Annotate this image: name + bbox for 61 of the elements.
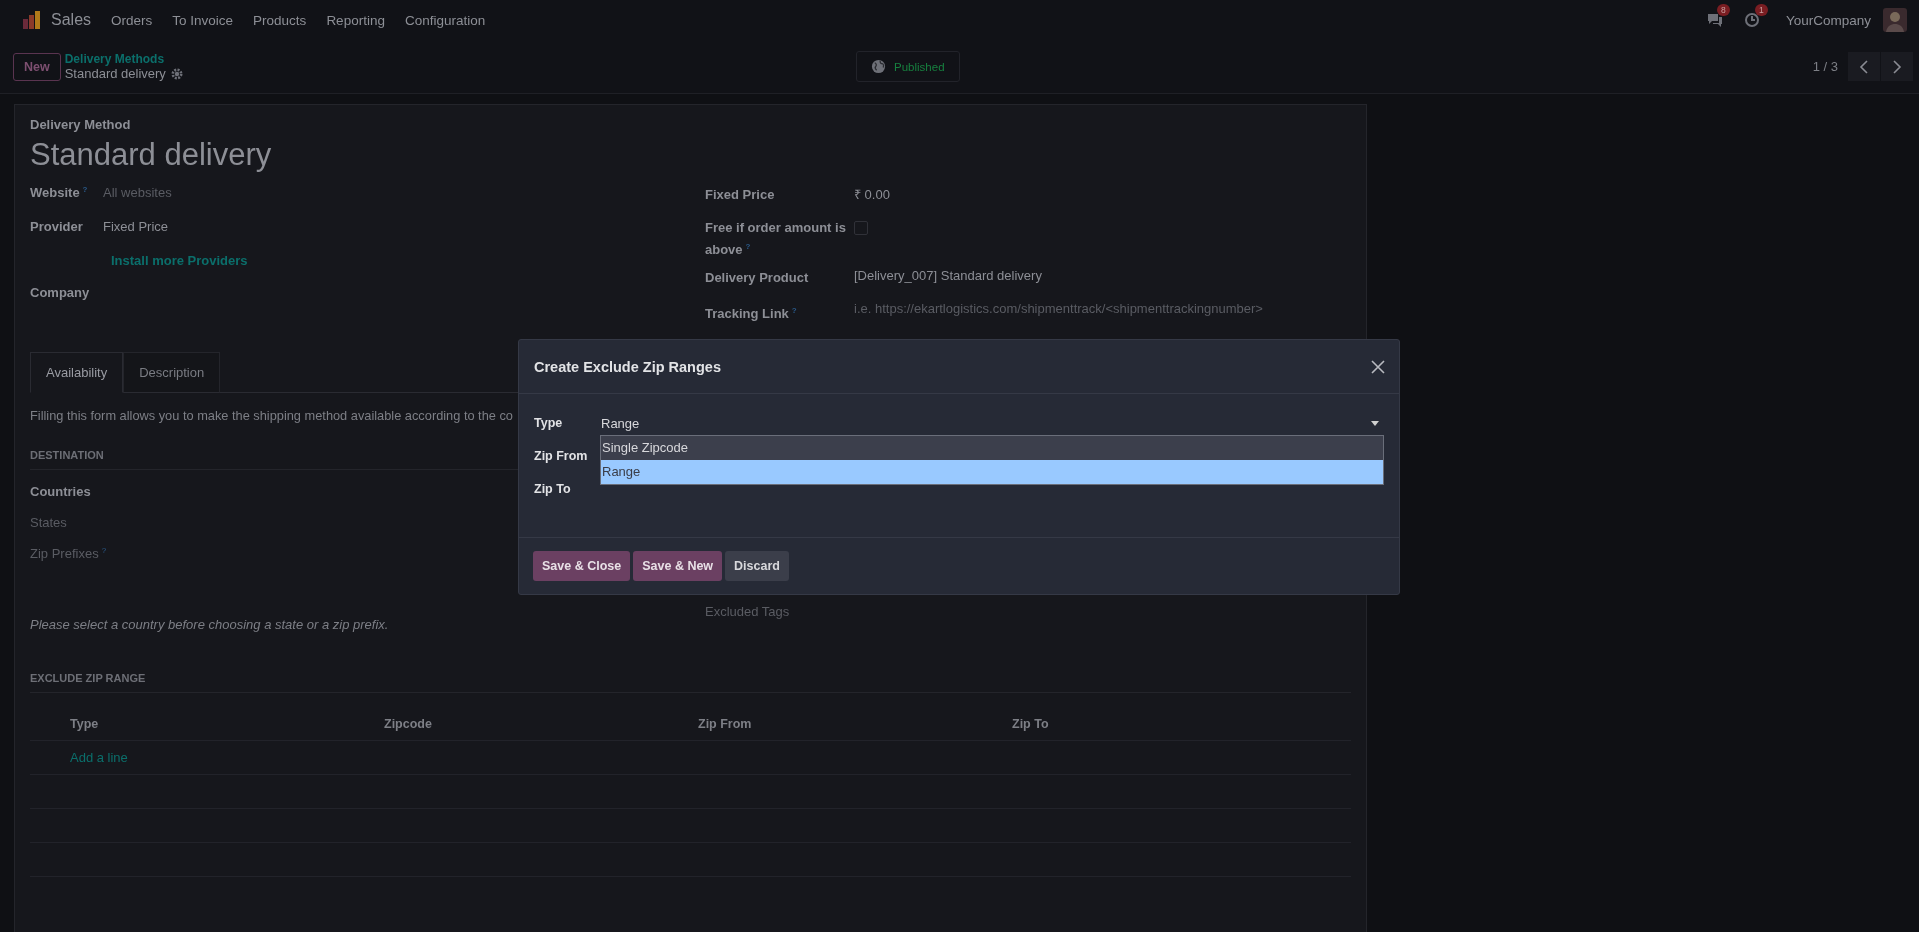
menu-item[interactable]: Products (253, 12, 307, 28)
field-label: Zip From (534, 448, 589, 465)
column-header[interactable]: Zipcode (384, 716, 698, 731)
notification-badge: 1 (1754, 4, 1768, 16)
column-header[interactable]: Type (70, 716, 384, 731)
record-title: Standard delivery (30, 137, 273, 173)
field-label: Excluded Tags (705, 604, 790, 619)
field-label: Zip To (534, 481, 572, 498)
record-name: Standard delivery (64, 66, 166, 81)
hint-text: Please select a country before choosing a state or a zip prefix. (30, 617, 390, 632)
menu-item[interactable]: Orders (111, 12, 153, 28)
field-label: Free if order amount is above $^{?}$ (705, 219, 847, 260)
field-label: Provider (30, 219, 84, 234)
install-link[interactable]: Install more Providers (111, 253, 248, 268)
published-button[interactable]: Published (856, 51, 960, 82)
app-name[interactable]: Sales (51, 11, 92, 29)
company-switcher[interactable]: YourCompany (1785, 12, 1871, 28)
pager-counter: 1 / 3 (1812, 59, 1838, 74)
settings-icon[interactable] (170, 67, 183, 80)
save-button[interactable]: Save & Close (533, 551, 631, 581)
form-overline: Delivery Method (30, 117, 132, 132)
field-label: Zip Prefixes $^{?}$ (30, 546, 107, 562)
dropdown-option[interactable]: Single Zipcode (601, 436, 1383, 460)
dialog-title: Create Exclude Zip Ranges (534, 358, 721, 375)
add-line-link[interactable]: Add a line (70, 750, 128, 765)
field-label: Website $^{?}$ (30, 185, 89, 201)
field-value[interactable]: ₹ 0.00 (854, 185, 890, 203)
field-label: Tracking Link $^{?}$ (705, 305, 798, 324)
chevron-right-icon (1892, 59, 1902, 74)
clock-icon[interactable] (1743, 12, 1760, 28)
field-value[interactable]: Fixed Price (103, 219, 169, 234)
field-label: Company (30, 285, 91, 300)
field-value[interactable]: [Delivery_007] Standard delivery (854, 268, 1042, 283)
notification-badge: 8 (1716, 4, 1730, 16)
menu-item[interactable]: Configuration (404, 12, 486, 28)
field-label: Fixed Price (705, 186, 776, 204)
dropdown-option[interactable]: Range (601, 460, 1383, 484)
caret-icon (1371, 421, 1379, 426)
checkbox[interactable] (854, 221, 868, 235)
field-label: Countries (30, 484, 91, 499)
breadcrumb-link[interactable]: Delivery Methods (64, 52, 183, 66)
field-label: States (30, 515, 67, 530)
field-label: Type (534, 415, 564, 432)
discard-button[interactable]: Discard (725, 551, 789, 581)
bar-chart-logo-icon[interactable] (22, 10, 42, 30)
chevron-left-icon (1859, 59, 1869, 74)
column-header[interactable]: Zip From (698, 716, 1012, 731)
previous-button[interactable] (1848, 52, 1880, 81)
column-header[interactable]: Zip To (1012, 716, 1326, 731)
menu-item[interactable]: Reporting (326, 12, 385, 28)
menu-item[interactable]: To Invoice (172, 12, 234, 28)
save-button[interactable]: Save & New (633, 551, 723, 581)
chat-icon[interactable] (1705, 12, 1724, 28)
tab[interactable]: Description (123, 352, 221, 393)
close-icon[interactable] (1371, 359, 1385, 374)
tab[interactable]: Availability (30, 352, 124, 393)
section-heading: EXCLUDE ZIP RANGE (30, 672, 1351, 693)
field-label: Delivery Product (705, 269, 810, 287)
avatar-icon[interactable] (1883, 8, 1907, 32)
description-text: Filling this form allows you to make the shipping method available according to the co (30, 408, 513, 423)
globe-icon (871, 59, 887, 74)
